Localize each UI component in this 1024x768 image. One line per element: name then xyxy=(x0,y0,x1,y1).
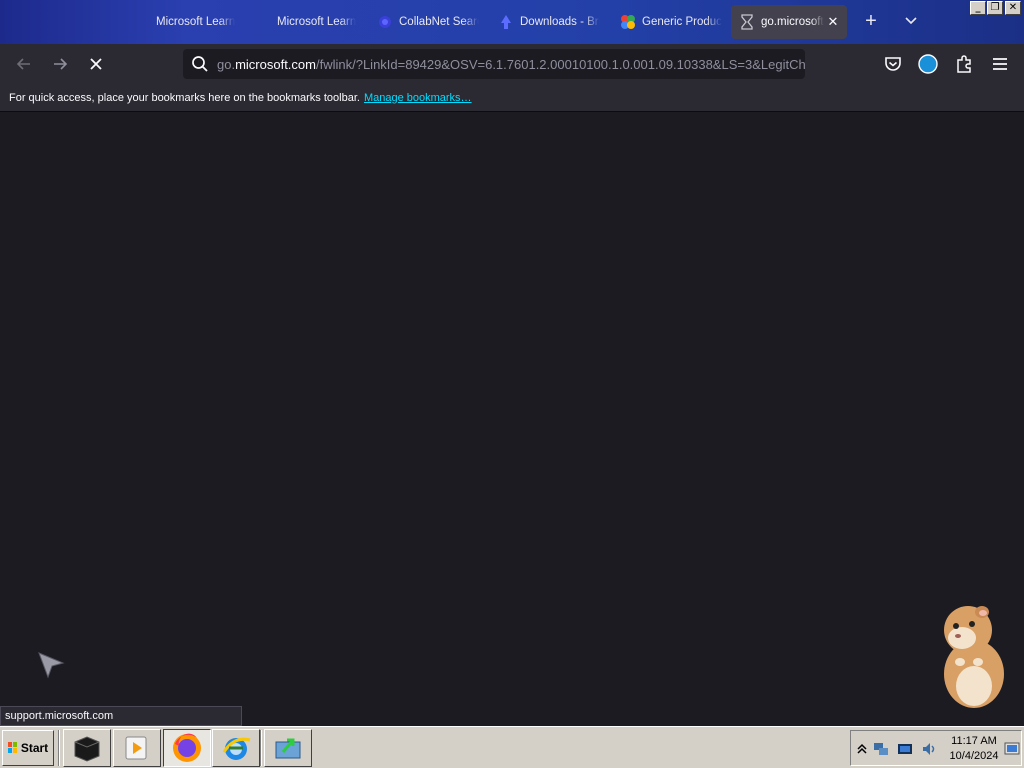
tab-title: Downloads - Bri xyxy=(520,16,600,28)
internet-explorer-icon xyxy=(222,737,251,760)
clock-time: 11:17 AM xyxy=(951,735,997,747)
new-tab-button[interactable]: + xyxy=(860,10,882,32)
search-icon xyxy=(192,56,208,72)
windows-taskbar: Start 11:17 AM 10/4/2024 xyxy=(0,726,1024,768)
restore-window-button[interactable]: ❐ xyxy=(987,1,1003,15)
mouse-pointer-icon xyxy=(38,652,65,679)
tab-downloads[interactable]: Downloads - Bri xyxy=(490,5,606,39)
tab-title: Microsoft Learn xyxy=(156,16,236,28)
bookmarks-toolbar: For quick access, place your bookmarks h… xyxy=(0,84,1024,112)
tab-collabnet-search[interactable]: CollabNet Search xyxy=(369,5,485,39)
firefox-icon xyxy=(173,733,201,762)
windows-flag-icon xyxy=(7,742,17,753)
network-arrow-app-icon xyxy=(275,738,301,759)
page-content-area xyxy=(0,113,1024,726)
back-arrow-icon xyxy=(16,58,30,70)
close-window-button[interactable]: ✕ xyxy=(1005,1,1021,15)
tab-generic-product[interactable]: Generic Product xyxy=(612,5,728,39)
clock-date: 10/4/2024 xyxy=(949,750,999,762)
forward-button[interactable] xyxy=(46,50,74,78)
hourglass-loading-icon xyxy=(741,14,753,30)
url-text: go.microsoft.com/fwlink/?LinkId=89429&OS… xyxy=(217,57,805,72)
link-status-tooltip: support.microsoft.com xyxy=(0,706,242,726)
minimize-window-button[interactable]: _ xyxy=(970,1,986,15)
show-hidden-icons-chevron-icon[interactable] xyxy=(854,741,870,757)
tab-go-microsoft-active[interactable]: go.microsoft ✕ xyxy=(731,5,847,39)
hamburger-menu-icon[interactable] xyxy=(989,53,1011,75)
hamster-desktop-pet-icon xyxy=(944,606,1004,708)
display-tray-icon[interactable] xyxy=(897,741,913,757)
tab-title: Microsoft Learn xyxy=(277,16,357,28)
start-button[interactable]: Start xyxy=(2,730,54,766)
black-box-app-icon xyxy=(74,736,100,762)
google-style-icon xyxy=(621,15,635,29)
system-tray: 11:17 AM 10/4/2024 xyxy=(850,730,1022,766)
pocket-icon[interactable] xyxy=(882,53,904,75)
downloads-site-icon xyxy=(501,15,511,29)
network-tray-icon[interactable] xyxy=(873,741,889,757)
url-domain: microsoft.com xyxy=(235,56,316,72)
taskbar-app-network-tool[interactable] xyxy=(264,729,312,767)
navigation-toolbar: go.microsoft.com/fwlink/?LinkId=89429&OS… xyxy=(0,44,1024,84)
tab-title: go.microsoft xyxy=(761,16,824,28)
firefox-account-avatar-icon[interactable] xyxy=(917,53,939,75)
show-desktop-icon[interactable] xyxy=(1004,741,1020,757)
media-player-icon xyxy=(125,736,147,760)
start-label: Start xyxy=(20,741,49,755)
collabnet-icon xyxy=(379,16,391,28)
back-button[interactable] xyxy=(10,50,38,78)
tab-title: Generic Product xyxy=(642,16,722,28)
manage-bookmarks-link[interactable]: Manage bookmarks… xyxy=(364,92,472,104)
forward-arrow-icon xyxy=(54,58,68,70)
volume-tray-icon[interactable] xyxy=(921,741,937,757)
address-bar[interactable]: go.microsoft.com/fwlink/?LinkId=89429&OS… xyxy=(183,49,805,79)
taskbar-separator xyxy=(260,730,262,766)
close-tab-icon[interactable]: ✕ xyxy=(825,14,841,30)
bookmarks-hint-text: For quick access, place your bookmarks h… xyxy=(9,91,360,104)
url-path: /fwlink/?LinkId=89429&OSV=6.1.7601.2.000… xyxy=(315,56,805,72)
tab-microsoft-learn-2[interactable]: Microsoft Learn xyxy=(247,5,363,39)
extensions-puzzle-icon[interactable] xyxy=(953,53,975,75)
list-all-tabs-chevron-icon[interactable] xyxy=(900,10,922,32)
taskbar-app-firefox[interactable] xyxy=(163,729,211,767)
tab-title: CollabNet Search xyxy=(399,16,479,28)
tab-microsoft-learn-1[interactable]: Microsoft Learn xyxy=(126,5,242,39)
microsoft-logo-icon xyxy=(255,14,271,30)
taskbar-app-internet-explorer[interactable] xyxy=(212,729,260,767)
tab-strip: Microsoft Learn Microsoft Learn CollabNe… xyxy=(0,0,1024,44)
url-subdomain: go. xyxy=(217,56,236,72)
taskbar-app-terminal[interactable] xyxy=(63,729,111,767)
stop-loading-button[interactable] xyxy=(82,50,110,78)
microsoft-logo-icon xyxy=(134,14,150,30)
stop-x-icon xyxy=(90,58,102,70)
taskbar-app-media-player[interactable] xyxy=(113,729,161,767)
taskbar-clock[interactable]: 11:17 AM 10/4/2024 xyxy=(947,734,1001,764)
taskbar-separator xyxy=(58,730,60,766)
